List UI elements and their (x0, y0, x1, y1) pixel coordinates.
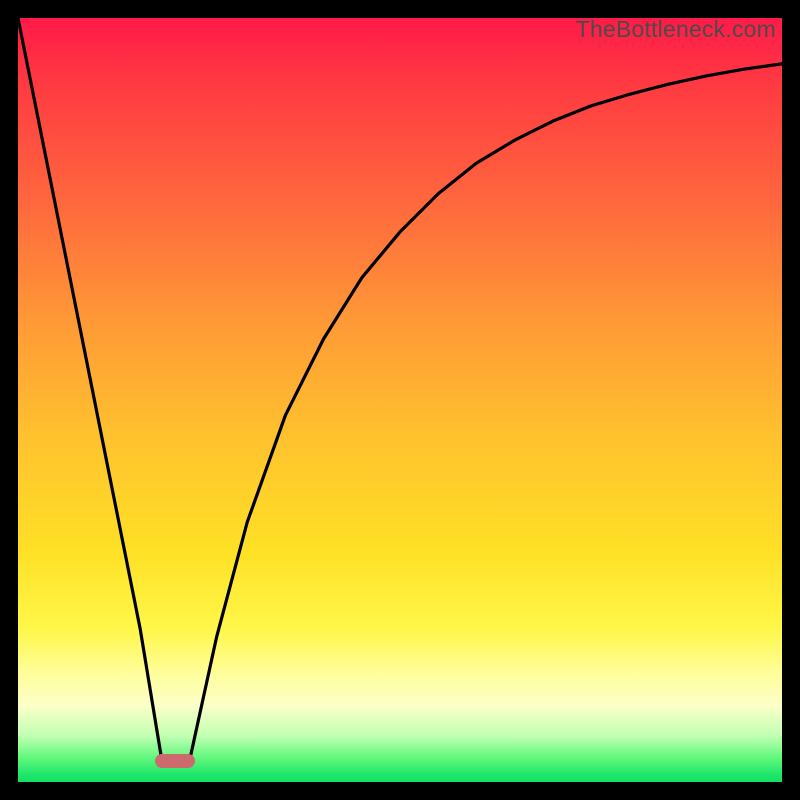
plot-area: TheBottleneck.com (18, 18, 782, 782)
vertex-marker (155, 754, 195, 768)
bottleneck-curve (18, 18, 782, 782)
chart-frame: TheBottleneck.com (0, 0, 800, 800)
watermark-text: TheBottleneck.com (576, 18, 776, 43)
curve-left-branch (18, 18, 162, 759)
curve-right-branch (190, 64, 782, 759)
